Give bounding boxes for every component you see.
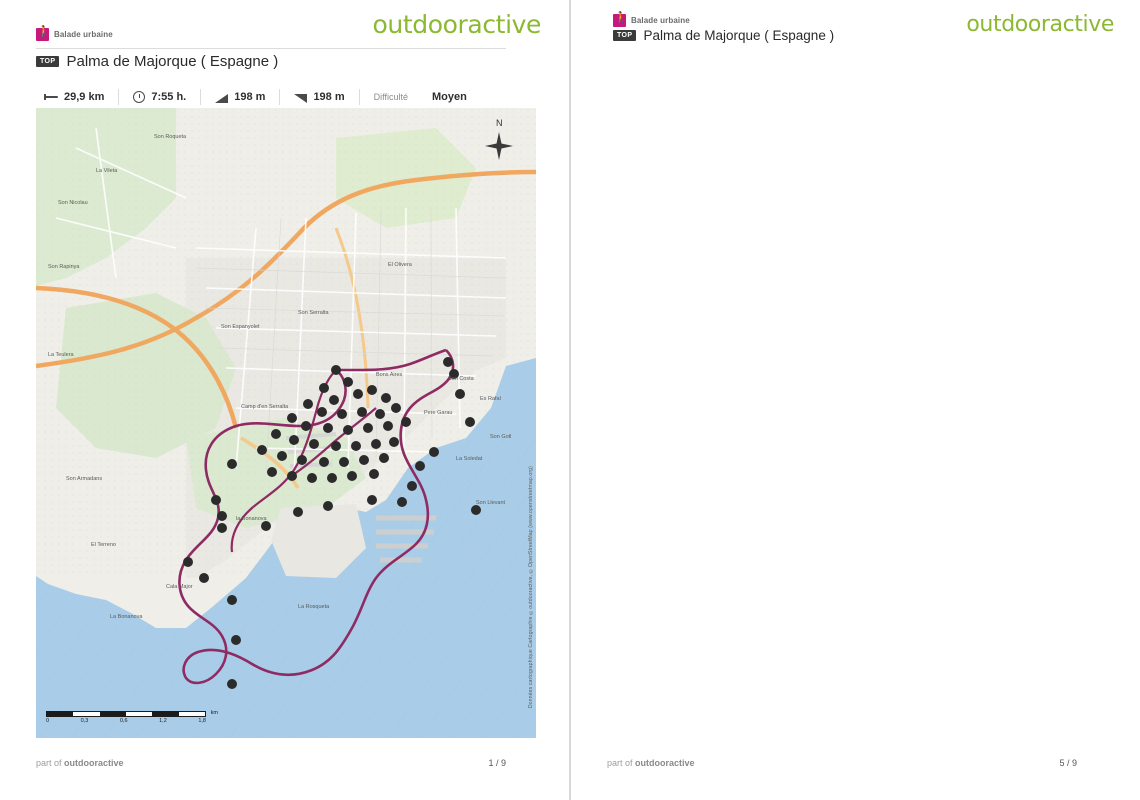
footer-partof-text: part of (607, 758, 636, 768)
pdf-spread: outdooractive Balade urbaine TOP Palma d… (0, 0, 1140, 800)
stat-duration: 7:55 h. (119, 89, 202, 105)
title-text-right: Palma de Majorque ( Espagne ) (643, 28, 835, 43)
stat-distance: 29,9 km (30, 89, 120, 105)
scale-tick-0: 0 (46, 718, 50, 724)
scale-tick-3: 1,2 (159, 718, 167, 724)
category-label-right: Balade urbaine (631, 16, 690, 25)
page-title: TOP Palma de Majorque ( Espagne ) (36, 53, 278, 70)
ascent-icon (215, 94, 229, 103)
stat-distance-value: 29,9 km (64, 91, 105, 103)
map-scalebar: 0 0,3 0,6 1,2 1,8 km (46, 710, 218, 724)
footer-partof: part of outdooractive (36, 758, 124, 768)
walking-person-icon (36, 26, 51, 41)
footer-page-number: 1 / 9 (488, 758, 506, 768)
svg-text:Cala Major: Cala Major (166, 584, 193, 590)
footer-right: part of outdooractive 5 / 9 (607, 758, 1077, 768)
top-badge: TOP (36, 56, 60, 67)
svg-text:N: N (496, 118, 503, 128)
stat-descent: 198 m (280, 89, 360, 105)
svg-text:Son Rapinya: Son Rapinya (48, 264, 80, 270)
walking-person-icon-right (613, 12, 628, 27)
stat-ascent-value: 198 m (234, 91, 266, 103)
svg-text:Son Serralta: Son Serralta (298, 310, 330, 316)
footer-brand: outdooractive (64, 758, 124, 768)
brand-logo-right: outdooractive (966, 12, 1114, 37)
svg-text:Camp d'en Serralta: Camp d'en Serralta (241, 404, 289, 410)
footer-left: part of outdooractive 1 / 9 (36, 758, 506, 768)
svg-text:Son Llevant: Son Llevant (476, 500, 506, 506)
page-left: outdooractive Balade urbaine TOP Palma d… (0, 0, 570, 800)
header-divider (36, 48, 506, 49)
svg-text:La Soledat: La Soledat (456, 456, 483, 462)
footer-partof-right: part of outdooractive (607, 758, 695, 768)
stat-difficulty: Difficulté Moyen (360, 89, 481, 105)
category-row-right: Balade urbaine (613, 12, 690, 27)
page-right: outdooractive Balade urbaine TOP Palma d… (570, 0, 1140, 800)
scale-tick-1: 0,3 (80, 718, 89, 724)
stat-difficulty-label: Difficulté (373, 92, 408, 102)
svg-text:Es Rafal: Es Rafal (480, 396, 501, 402)
stat-difficulty-value: Moyen (432, 91, 467, 103)
title-text: Palma de Majorque ( Espagne ) (66, 53, 279, 70)
stats-bar: 29,9 km 7:55 h. 198 m 198 m Difficulté M… (30, 86, 510, 108)
category-row: Balade urbaine (36, 26, 506, 41)
svg-text:La Vileta: La Vileta (96, 168, 118, 174)
distance-icon (44, 91, 58, 103)
scale-tick-4: 1,8 (198, 718, 206, 724)
route-map[interactable]: Son Roqueta La Vileta Son Nicolau Son Ra… (36, 108, 536, 738)
svg-text:La Teulera: La Teulera (48, 352, 75, 358)
footer-page-number: 5 / 9 (1059, 758, 1077, 768)
svg-text:El Olivera: El Olivera (388, 262, 413, 268)
stat-descent-value: 198 m (313, 91, 345, 103)
descent-icon (294, 93, 308, 103)
svg-text:Son Nicolau: Son Nicolau (58, 200, 88, 206)
svg-text:Bons Aires: Bons Aires (376, 372, 403, 378)
stat-duration-value: 7:55 h. (151, 91, 187, 103)
svg-text:La Bonanova: La Bonanova (110, 614, 143, 620)
clock-icon (133, 91, 146, 103)
scale-unit: km (210, 710, 218, 716)
svg-text:Son Costa: Son Costa (448, 376, 475, 382)
svg-text:Son Espanyolet: Son Espanyolet (221, 324, 260, 330)
stat-ascent: 198 m (201, 89, 281, 105)
map-canvas: Son Roqueta La Vileta Son Nicolau Son Ra… (36, 108, 536, 738)
footer-brand: outdooractive (635, 758, 695, 768)
category-label: Balade urbaine (54, 30, 113, 39)
svg-text:Son Gotl: Son Gotl (490, 434, 511, 440)
svg-text:La Rosqueta: La Rosqueta (298, 604, 330, 610)
svg-text:Son Roqueta: Son Roqueta (154, 134, 187, 140)
top-badge-right: TOP (613, 30, 637, 41)
svg-text:Son Armadans: Son Armadans (66, 476, 102, 482)
svg-text:la Bonanova: la Bonanova (236, 516, 268, 522)
svg-text:Pere Garau: Pere Garau (424, 410, 452, 416)
scale-tick-2: 0,6 (119, 718, 128, 724)
map-attribution: Données cartographique Cartographie ©out… (528, 465, 534, 708)
footer-partof-text: part of (36, 758, 65, 768)
svg-text:El Terreno: El Terreno (91, 542, 116, 548)
page-title-right: TOP Palma de Majorque ( Espagne ) (613, 28, 834, 43)
